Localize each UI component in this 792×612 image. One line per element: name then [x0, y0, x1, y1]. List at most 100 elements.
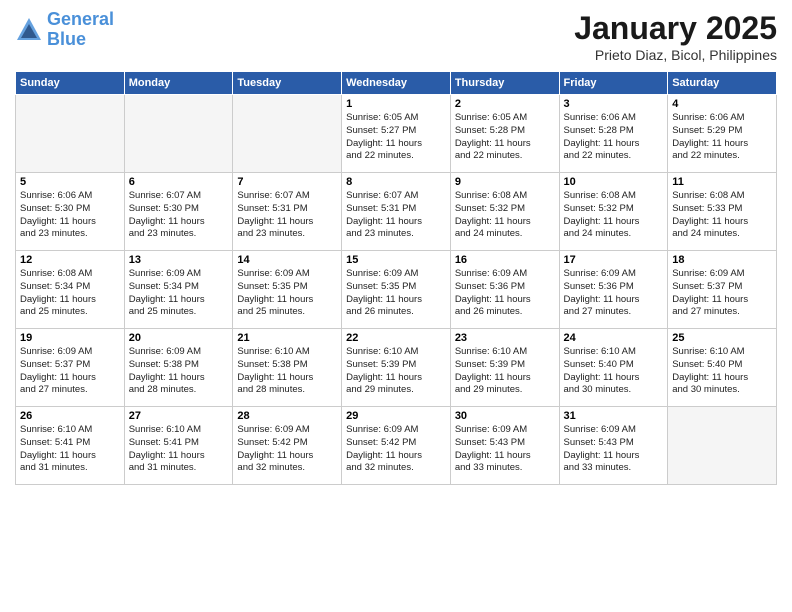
day-info: Sunrise: 6:05 AM Sunset: 5:28 PM Dayligh…	[455, 112, 555, 163]
calendar-cell-w4-d6: 24Sunrise: 6:10 AM Sunset: 5:40 PM Dayli…	[559, 329, 668, 407]
calendar-cell-w2-d5: 9 Sunrise: 6:08 AM Sunset: 5:32 PM Daylig…	[450, 173, 559, 251]
day-number: 8	[346, 176, 446, 188]
calendar-cell-w5-d6: 31 Sunrise: 6:09 AM Sunset: 5:43 PM Dayli…	[559, 407, 668, 485]
day-number: 24	[564, 332, 664, 344]
day-number: 15	[346, 254, 446, 266]
day-number: 20	[129, 332, 229, 344]
calendar-cell-w2-d3: 7 Sunrise: 6:07 AM Sunset: 5:31 PM Daylig…	[233, 173, 342, 251]
day-number: 26	[20, 410, 120, 422]
header-monday: Monday	[124, 72, 233, 95]
calendar-table: Sunday Monday Tuesday Wednesday Thursday…	[15, 71, 777, 485]
day-number: 27	[129, 410, 229, 422]
day-info: Sunrise: 6:10 AM Sunset: 5:39 PM Dayligh…	[346, 346, 446, 397]
week-row-5: 26 Sunrise: 6:10 AM Sunset: 5:41 PM Dayli…	[16, 407, 777, 485]
calendar-cell-w3-d4: 15 Sunrise: 6:09 AM Sunset: 5:35 PM Dayli…	[342, 251, 451, 329]
calendar-cell-w1-d4: 1 Sunrise: 6:05 AM Sunset: 5:27 PM Daylig…	[342, 95, 451, 173]
week-row-1: 1 Sunrise: 6:05 AM Sunset: 5:27 PM Daylig…	[16, 95, 777, 173]
calendar-cell-w3-d6: 17 Sunrise: 6:09 AM Sunset: 5:36 PM Dayli…	[559, 251, 668, 329]
calendar-header-row: Sunday Monday Tuesday Wednesday Thursday…	[16, 72, 777, 95]
day-info: Sunrise: 6:10 AM Sunset: 5:41 PM Dayligh…	[20, 424, 120, 475]
calendar-cell-w1-d1	[16, 95, 125, 173]
day-number: 3	[564, 98, 664, 110]
calendar-cell-w4-d1: 19 Sunrise: 6:09 AM Sunset: 5:37 PM Dayli…	[16, 329, 125, 407]
day-info: Sunrise: 6:09 AM Sunset: 5:36 PM Dayligh…	[564, 268, 664, 319]
day-info: Sunrise: 6:08 AM Sunset: 5:32 PM Dayligh…	[564, 190, 664, 241]
calendar-cell-w1-d2	[124, 95, 233, 173]
month-title: January 2025	[574, 10, 777, 47]
day-number: 4	[672, 98, 772, 110]
day-info: Sunrise: 6:09 AM Sunset: 5:43 PM Dayligh…	[564, 424, 664, 475]
day-info: Sunrise: 6:10 AM Sunset: 5:40 PM Dayligh…	[672, 346, 772, 397]
header-tuesday: Tuesday	[233, 72, 342, 95]
day-info: Sunrise: 6:09 AM Sunset: 5:43 PM Dayligh…	[455, 424, 555, 475]
day-info: Sunrise: 6:10 AM Sunset: 5:39 PM Dayligh…	[455, 346, 555, 397]
day-info: Sunrise: 6:10 AM Sunset: 5:38 PM Dayligh…	[237, 346, 337, 397]
calendar-cell-w5-d1: 26 Sunrise: 6:10 AM Sunset: 5:41 PM Dayli…	[16, 407, 125, 485]
calendar-cell-w3-d1: 12 Sunrise: 6:08 AM Sunset: 5:34 PM Dayli…	[16, 251, 125, 329]
page-container: General Blue January 2025 Prieto Diaz, B…	[0, 0, 792, 495]
logo-text: General Blue	[47, 10, 114, 50]
location: Prieto Diaz, Bicol, Philippines	[574, 47, 777, 63]
calendar-cell-w1-d7: 4Sunrise: 6:06 AM Sunset: 5:29 PM Daylig…	[668, 95, 777, 173]
day-number: 16	[455, 254, 555, 266]
calendar-cell-w5-d3: 28 Sunrise: 6:09 AM Sunset: 5:42 PM Dayli…	[233, 407, 342, 485]
day-number: 18	[672, 254, 772, 266]
day-number: 7	[237, 176, 337, 188]
day-number: 1	[346, 98, 446, 110]
day-info: Sunrise: 6:05 AM Sunset: 5:27 PM Dayligh…	[346, 112, 446, 163]
title-block: January 2025 Prieto Diaz, Bicol, Philipp…	[574, 10, 777, 63]
day-info: Sunrise: 6:09 AM Sunset: 5:42 PM Dayligh…	[346, 424, 446, 475]
day-info: Sunrise: 6:08 AM Sunset: 5:34 PM Dayligh…	[20, 268, 120, 319]
calendar-cell-w3-d5: 16Sunrise: 6:09 AM Sunset: 5:36 PM Dayli…	[450, 251, 559, 329]
calendar-cell-w3-d2: 13 Sunrise: 6:09 AM Sunset: 5:34 PM Dayli…	[124, 251, 233, 329]
day-number: 9	[455, 176, 555, 188]
day-number: 25	[672, 332, 772, 344]
header-saturday: Saturday	[668, 72, 777, 95]
day-number: 19	[20, 332, 120, 344]
header-thursday: Thursday	[450, 72, 559, 95]
day-number: 5	[20, 176, 120, 188]
day-number: 17	[564, 254, 664, 266]
calendar-cell-w5-d7	[668, 407, 777, 485]
day-number: 28	[237, 410, 337, 422]
calendar-cell-w2-d6: 10 Sunrise: 6:08 AM Sunset: 5:32 PM Dayli…	[559, 173, 668, 251]
day-number: 10	[564, 176, 664, 188]
day-info: Sunrise: 6:09 AM Sunset: 5:37 PM Dayligh…	[20, 346, 120, 397]
day-number: 21	[237, 332, 337, 344]
header: General Blue January 2025 Prieto Diaz, B…	[15, 10, 777, 63]
logo-icon	[15, 16, 43, 44]
day-info: Sunrise: 6:09 AM Sunset: 5:42 PM Dayligh…	[237, 424, 337, 475]
day-number: 29	[346, 410, 446, 422]
week-row-3: 12 Sunrise: 6:08 AM Sunset: 5:34 PM Dayli…	[16, 251, 777, 329]
calendar-cell-w1-d5: 2Sunrise: 6:05 AM Sunset: 5:28 PM Daylig…	[450, 95, 559, 173]
calendar-cell-w4-d3: 21 Sunrise: 6:10 AM Sunset: 5:38 PM Dayli…	[233, 329, 342, 407]
day-info: Sunrise: 6:08 AM Sunset: 5:32 PM Dayligh…	[455, 190, 555, 241]
day-info: Sunrise: 6:07 AM Sunset: 5:31 PM Dayligh…	[346, 190, 446, 241]
day-number: 11	[672, 176, 772, 188]
day-info: Sunrise: 6:07 AM Sunset: 5:31 PM Dayligh…	[237, 190, 337, 241]
day-number: 30	[455, 410, 555, 422]
calendar-cell-w2-d4: 8 Sunrise: 6:07 AM Sunset: 5:31 PM Daylig…	[342, 173, 451, 251]
day-info: Sunrise: 6:09 AM Sunset: 5:35 PM Dayligh…	[237, 268, 337, 319]
day-info: Sunrise: 6:09 AM Sunset: 5:34 PM Dayligh…	[129, 268, 229, 319]
calendar-cell-w2-d2: 6Sunrise: 6:07 AM Sunset: 5:30 PM Daylig…	[124, 173, 233, 251]
day-number: 23	[455, 332, 555, 344]
calendar-cell-w4-d4: 22Sunrise: 6:10 AM Sunset: 5:39 PM Dayli…	[342, 329, 451, 407]
day-info: Sunrise: 6:09 AM Sunset: 5:37 PM Dayligh…	[672, 268, 772, 319]
day-info: Sunrise: 6:06 AM Sunset: 5:28 PM Dayligh…	[564, 112, 664, 163]
header-wednesday: Wednesday	[342, 72, 451, 95]
day-info: Sunrise: 6:09 AM Sunset: 5:38 PM Dayligh…	[129, 346, 229, 397]
calendar-cell-w3-d7: 18 Sunrise: 6:09 AM Sunset: 5:37 PM Dayli…	[668, 251, 777, 329]
week-row-2: 5 Sunrise: 6:06 AM Sunset: 5:30 PM Daylig…	[16, 173, 777, 251]
day-number: 31	[564, 410, 664, 422]
day-number: 13	[129, 254, 229, 266]
calendar-cell-w4-d2: 20 Sunrise: 6:09 AM Sunset: 5:38 PM Dayli…	[124, 329, 233, 407]
header-friday: Friday	[559, 72, 668, 95]
day-info: Sunrise: 6:06 AM Sunset: 5:30 PM Dayligh…	[20, 190, 120, 241]
day-number: 12	[20, 254, 120, 266]
calendar-cell-w2-d1: 5 Sunrise: 6:06 AM Sunset: 5:30 PM Daylig…	[16, 173, 125, 251]
calendar-cell-w2-d7: 11Sunrise: 6:08 AM Sunset: 5:33 PM Dayli…	[668, 173, 777, 251]
calendar-cell-w5-d2: 27Sunrise: 6:10 AM Sunset: 5:41 PM Dayli…	[124, 407, 233, 485]
day-info: Sunrise: 6:09 AM Sunset: 5:35 PM Dayligh…	[346, 268, 446, 319]
day-number: 6	[129, 176, 229, 188]
